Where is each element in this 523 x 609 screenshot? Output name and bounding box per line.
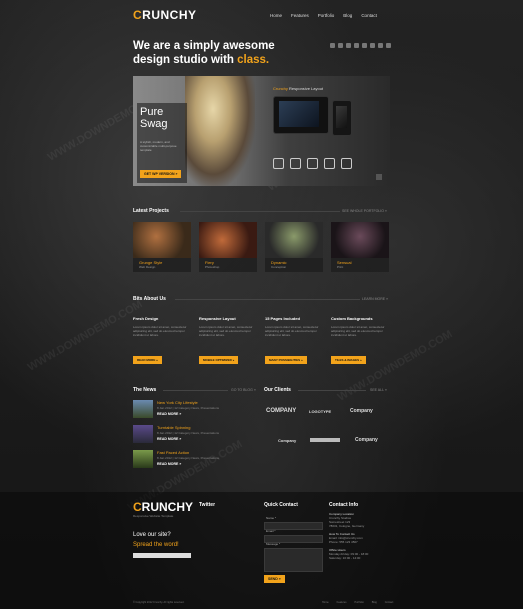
- bits-title: Bits About Us: [133, 296, 166, 302]
- client-logo: LOGOTYPE: [309, 409, 332, 414]
- css3-icon: [273, 158, 284, 169]
- projects-title: Latest Projects: [133, 208, 169, 214]
- phone-icon: [307, 158, 318, 169]
- tablet-icon: [324, 158, 335, 169]
- tiles-images-button[interactable]: TILES & IMAGES »: [331, 356, 366, 364]
- email-label: Email *: [266, 529, 276, 533]
- nav-features[interactable]: Features: [291, 13, 309, 18]
- footer-nav: Home Features Portfolio Blog Contact: [322, 601, 393, 604]
- facebook-icon[interactable]: [346, 43, 351, 48]
- rss-icon[interactable]: [330, 43, 335, 48]
- news-thumb: [133, 425, 153, 443]
- footer-nav-home[interactable]: Home: [322, 601, 329, 604]
- dribbble-icon[interactable]: [370, 43, 375, 48]
- footer-nav-features[interactable]: Features: [337, 601, 347, 604]
- news-thumb: [133, 450, 153, 468]
- read-more-button[interactable]: READ MORE »: [133, 356, 162, 364]
- project-card[interactable]: Dynamic Conception: [265, 222, 323, 272]
- project-card[interactable]: Sensual Print: [331, 222, 389, 272]
- footer-nav-blog[interactable]: Blog: [372, 601, 377, 604]
- contact-info-text: Company Location Crunchy Studios Somestr…: [329, 512, 369, 560]
- page-headline: We are a simply awesome design studio wi…: [133, 40, 275, 66]
- footer-logo[interactable]: CRUNCHY: [133, 500, 193, 514]
- android-icon: [341, 158, 352, 169]
- client-logo: Company: [350, 408, 373, 414]
- twitter-icon[interactable]: [338, 43, 343, 48]
- message-field[interactable]: [264, 548, 323, 572]
- hero-title: Pure Swag: [140, 106, 168, 130]
- hero-slider: Pure Swag A stylish, modern, and customi…: [133, 76, 390, 186]
- client-logo: [310, 438, 340, 442]
- send-button[interactable]: SEND »: [264, 575, 285, 583]
- nav-portfolio[interactable]: Portfolio: [318, 13, 335, 18]
- quick-contact-heading: Quick Contact: [264, 502, 298, 508]
- clients-title: Our Clients: [264, 387, 291, 393]
- nav-contact[interactable]: Contact: [361, 13, 377, 18]
- project-image: [199, 222, 257, 258]
- hero-image: [185, 76, 255, 186]
- tech-icons: [273, 158, 352, 169]
- client-logo: Company: [355, 437, 378, 443]
- footer-nav-portfolio[interactable]: Portfolio: [355, 601, 364, 604]
- tablet-image: [273, 96, 329, 134]
- see-portfolio-link[interactable]: SEE WHOLE PORTFOLIO »: [342, 209, 387, 213]
- bit-column: Custom Backgrounds Lorem ipsum dolor sit…: [331, 316, 385, 364]
- twitter-heading: Twitter: [199, 502, 216, 508]
- hero-description: A stylish, modern, and customizable mult…: [140, 140, 177, 152]
- share-widget[interactable]: [133, 553, 191, 558]
- copyright: © Copyright 2012 Crunchy. All rights res…: [133, 601, 185, 604]
- skype-icon[interactable]: [386, 43, 391, 48]
- name-label: Name *: [266, 516, 277, 520]
- bit-column: Fresh Design Lorem ipsum dolor sit amet,…: [133, 316, 187, 364]
- news-title: The News: [133, 387, 157, 393]
- get-wp-version-button[interactable]: GET WP VERSION »: [140, 170, 182, 178]
- footer-tagline: Responsive Website Template: [133, 514, 174, 518]
- footer: [0, 492, 523, 609]
- project-image: [133, 222, 191, 258]
- project-image: [265, 222, 323, 258]
- devices-title: Crunchy Responsive Layout: [273, 86, 324, 91]
- vimeo-icon[interactable]: [354, 43, 359, 48]
- divider: [298, 390, 366, 391]
- slider-next-icon[interactable]: [376, 174, 382, 180]
- footer-nav-contact[interactable]: Contact: [385, 601, 394, 604]
- project-card[interactable]: Grunge Style Web Design: [133, 222, 191, 272]
- news-thumb: [133, 400, 153, 418]
- client-logo: COMPANY: [266, 408, 297, 414]
- html5-icon: [290, 158, 301, 169]
- social-icons: [330, 43, 391, 48]
- divider: [163, 390, 228, 391]
- client-logo: Company: [278, 438, 297, 443]
- bit-column: Responsive Layout Lorem ipsum dolor sit …: [199, 316, 253, 364]
- divider: [180, 211, 340, 212]
- site-logo[interactable]: CRUNCHY: [133, 8, 197, 22]
- project-card[interactable]: Fiery Photoshop: [199, 222, 257, 272]
- go-to-blog-link[interactable]: GO TO BLOG »: [231, 388, 256, 392]
- spread-word-text: Spread the word!: [133, 542, 179, 548]
- linkedin-icon[interactable]: [362, 43, 367, 48]
- see-all-clients-link[interactable]: SEE ALL »: [370, 388, 387, 392]
- main-nav: Home Features Portfolio Blog Contact: [270, 13, 377, 18]
- nav-home[interactable]: Home: [270, 13, 282, 18]
- flickr-icon[interactable]: [378, 43, 383, 48]
- learn-more-link[interactable]: LEARN MORE »: [362, 297, 388, 301]
- many-possibilities-button[interactable]: MANY POSSIBILITIES »: [265, 356, 307, 364]
- mobile-optimized-button[interactable]: MOBILE OPTIMIZED »: [199, 356, 239, 364]
- phone-image: [332, 100, 352, 136]
- divider: [175, 299, 360, 300]
- love-site-text: Love our site?: [133, 532, 171, 538]
- bit-column: 15 Pages Included Lorem ipsum dolor sit …: [265, 316, 319, 364]
- message-label: Message *: [266, 542, 281, 546]
- contact-info-heading: Contact Info: [329, 502, 359, 508]
- nav-blog[interactable]: Blog: [343, 13, 352, 18]
- project-image: [331, 222, 389, 258]
